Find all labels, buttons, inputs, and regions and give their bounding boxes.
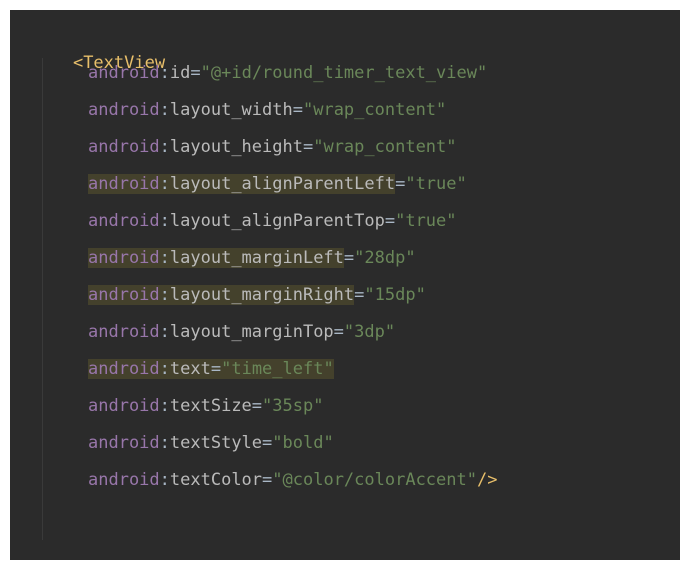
colon: : bbox=[159, 63, 170, 83]
attribute-name: textColor bbox=[169, 470, 263, 490]
namespace-prefix: android bbox=[88, 470, 160, 490]
attribute-name: textSize bbox=[169, 396, 252, 416]
attribute-value: "35sp" bbox=[262, 396, 324, 416]
namespace-prefix: android bbox=[88, 63, 160, 83]
namespace-prefix: android bbox=[88, 137, 160, 157]
code-line-open-tag: <TextView bbox=[32, 18, 165, 73]
attribute-name: layout_marginTop bbox=[169, 322, 334, 342]
equals: = bbox=[354, 285, 365, 305]
attribute-name: textStyle bbox=[169, 433, 263, 453]
colon: : bbox=[159, 359, 170, 379]
code-line-text-size: android:textSize="35sp" bbox=[88, 391, 323, 421]
code-line-layout-height: android:layout_height="wrap_content" bbox=[88, 132, 457, 162]
equals: = bbox=[190, 63, 201, 83]
namespace-prefix: android bbox=[88, 174, 160, 194]
namespace-prefix: android bbox=[88, 359, 160, 379]
equals: = bbox=[262, 433, 273, 453]
colon: : bbox=[159, 211, 170, 231]
colon: : bbox=[159, 470, 170, 490]
namespace-prefix: android bbox=[88, 100, 160, 120]
attribute-value: "true" bbox=[405, 174, 467, 194]
equals: = bbox=[262, 470, 273, 490]
attribute-value: "wrap_content" bbox=[302, 100, 447, 120]
attribute-name: layout_alignParentTop bbox=[169, 211, 385, 231]
attribute-value: "3dp" bbox=[343, 322, 396, 342]
usage-highlight: android:text="time_left" bbox=[88, 359, 334, 379]
attribute-name: layout_marginLeft bbox=[169, 248, 344, 268]
attribute-value: "true" bbox=[395, 211, 457, 231]
attribute-value: "bold" bbox=[272, 433, 334, 453]
namespace-prefix: android bbox=[88, 248, 160, 268]
code-line-align-parent-top: android:layout_alignParentTop="true" bbox=[88, 206, 457, 236]
attribute-value: "@+id/round_timer_text_view" bbox=[200, 63, 488, 83]
code-editor[interactable]: <TextView android:id="@+id/round_timer_t… bbox=[10, 10, 680, 560]
code-line-text: android:text="time_left" bbox=[88, 354, 334, 384]
equals: = bbox=[292, 100, 303, 120]
equals: = bbox=[384, 211, 396, 231]
code-line-id: android:id="@+id/round_timer_text_view" bbox=[88, 58, 487, 88]
colon: : bbox=[159, 433, 170, 453]
attribute-name: id bbox=[169, 63, 191, 83]
equals: = bbox=[343, 248, 355, 268]
attribute-value: "wrap_content" bbox=[313, 137, 457, 157]
code-line-align-parent-left: android:layout_alignParentLeft="true" bbox=[88, 169, 467, 199]
code-line-layout-width: android:layout_width="wrap_content" bbox=[88, 95, 446, 125]
namespace-prefix: android bbox=[88, 285, 160, 305]
attribute-name: text bbox=[169, 359, 211, 379]
namespace-prefix: android bbox=[88, 433, 160, 453]
colon: : bbox=[159, 137, 170, 157]
colon: : bbox=[159, 248, 170, 268]
indent-guide bbox=[42, 58, 43, 540]
equals: = bbox=[395, 174, 406, 194]
colon: : bbox=[159, 100, 170, 120]
xml-close-tag: /> bbox=[476, 470, 498, 490]
equals: = bbox=[333, 322, 344, 342]
code-line-margin-top: android:layout_marginTop="3dp" bbox=[88, 317, 395, 347]
attribute-value: "28dp" bbox=[354, 248, 416, 268]
attribute-name: layout_alignParentLeft bbox=[169, 174, 396, 194]
namespace-prefix: android bbox=[88, 211, 160, 231]
colon: : bbox=[159, 322, 170, 342]
code-line-text-style: android:textStyle="bold" bbox=[88, 428, 334, 458]
colon: : bbox=[159, 285, 170, 305]
namespace-prefix: android bbox=[88, 322, 160, 342]
usage-highlight: android:layout_alignParentLeft bbox=[88, 174, 396, 194]
attribute-name: layout_height bbox=[169, 137, 303, 157]
attribute-name: layout_width bbox=[169, 100, 293, 120]
usage-highlight: android:layout_marginRight bbox=[88, 285, 355, 305]
code-line-text-color: android:textColor="@color/colorAccent"/> bbox=[88, 465, 497, 495]
colon: : bbox=[159, 174, 170, 194]
code-line-margin-right: android:layout_marginRight="15dp" bbox=[88, 280, 426, 310]
code-line-margin-left: android:layout_marginLeft="28dp" bbox=[88, 243, 416, 273]
equals: = bbox=[302, 137, 314, 157]
attribute-value: "15dp" bbox=[364, 285, 426, 305]
usage-highlight: android:layout_marginLeft bbox=[88, 248, 344, 268]
equals: = bbox=[210, 359, 222, 379]
attribute-name: layout_marginRight bbox=[169, 285, 355, 305]
attribute-value: "@color/colorAccent" bbox=[272, 470, 477, 490]
namespace-prefix: android bbox=[88, 396, 160, 416]
attribute-value: "time_left" bbox=[221, 359, 334, 379]
colon: : bbox=[159, 396, 170, 416]
equals: = bbox=[251, 396, 263, 416]
